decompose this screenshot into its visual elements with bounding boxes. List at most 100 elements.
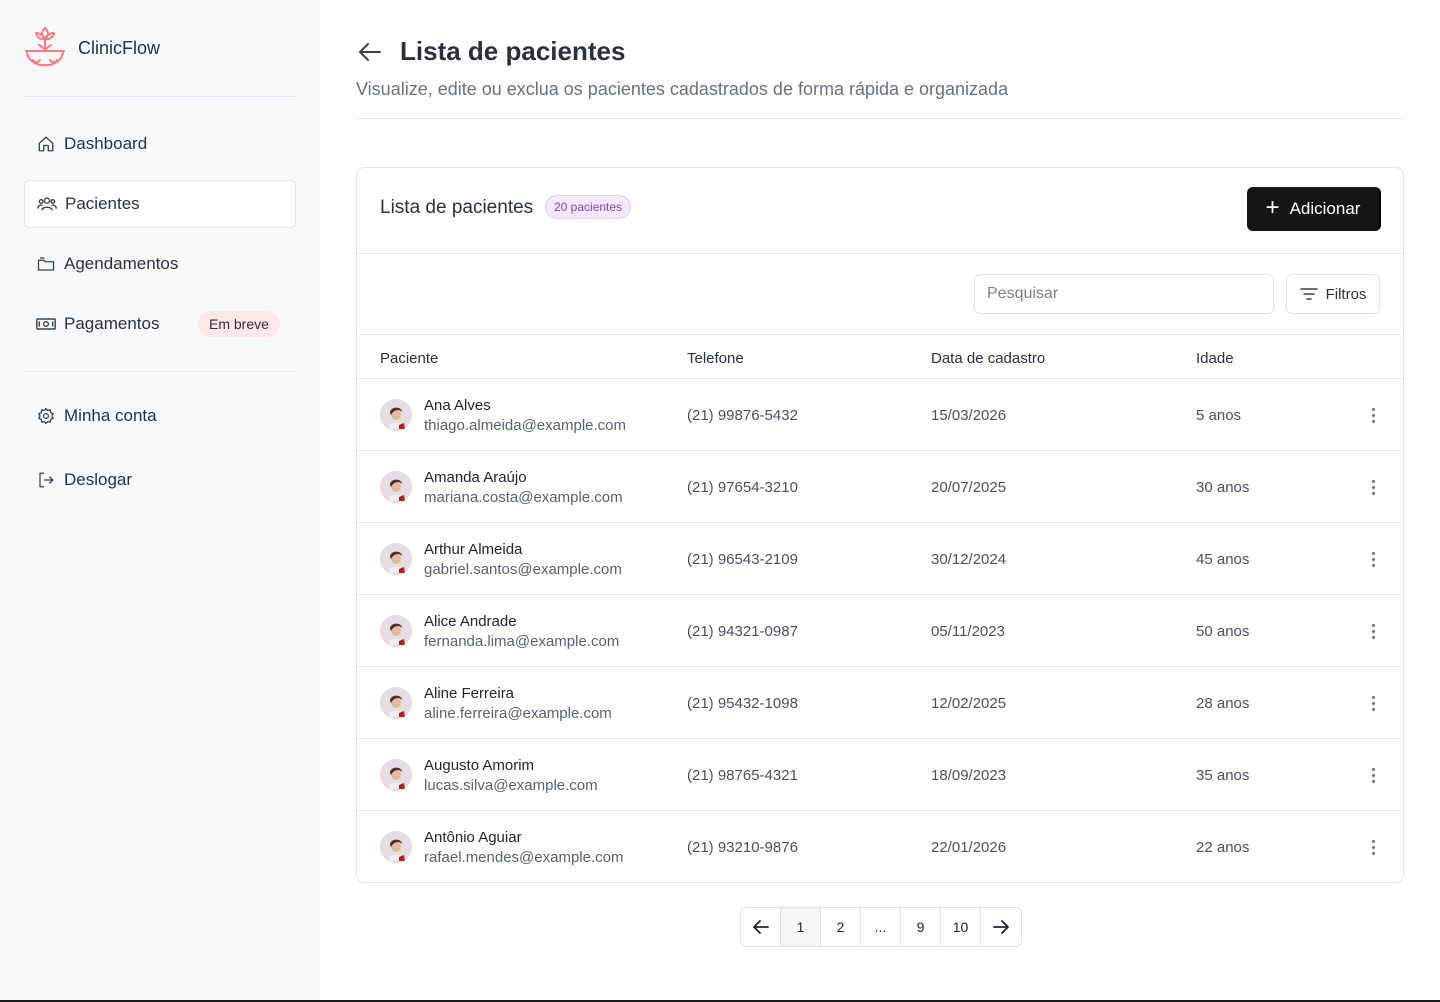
home-icon [36, 134, 56, 154]
patients-count-badge: 20 pacientes [545, 195, 632, 219]
patient-phone: (21) 95432-1098 [687, 695, 798, 712]
column-header-idade: Idade [1196, 350, 1234, 367]
sidebar-item-label: Minha conta [64, 406, 157, 425]
patient-registration-date: 15/03/2026 [931, 407, 1007, 424]
patient-registration-date: 22/01/2026 [931, 839, 1007, 856]
arrow-left-icon [752, 920, 769, 934]
avatar [380, 831, 412, 863]
sidebar-item-minha-conta[interactable]: Minha conta [24, 392, 296, 440]
patient-name: Antônio Aguiar [424, 829, 522, 846]
previous-page-button[interactable] [741, 908, 781, 946]
page-button[interactable]: 2 [821, 908, 861, 946]
plus-icon: + [1265, 194, 1280, 221]
coming-soon-badge: Em breve [198, 311, 280, 337]
arrow-left-icon [359, 43, 381, 61]
more-options-icon[interactable] [1361, 547, 1385, 571]
more-options-icon[interactable] [1361, 403, 1385, 427]
pagination: 1 2 ... 9 10 [740, 907, 1022, 947]
gear-icon [36, 406, 56, 426]
more-options-icon[interactable] [1361, 835, 1385, 859]
clinicflow-logo-icon [25, 27, 65, 67]
avatar [380, 399, 412, 431]
table-row[interactable]: Aline Ferreira aline.ferreira@example.com… [357, 667, 1401, 739]
more-options-icon[interactable] [1361, 475, 1385, 499]
patient-registration-date: 20/07/2025 [931, 479, 1007, 496]
add-patient-button[interactable]: + Adicionar [1247, 187, 1381, 231]
add-button-label: Adicionar [1289, 199, 1361, 218]
table-row[interactable]: Antônio Aguiar rafael.mendes@example.com (… [357, 811, 1401, 882]
patient-phone: (21) 96543-2109 [687, 551, 798, 568]
patient-age: 30 anos [1196, 479, 1250, 496]
page-button[interactable]: 1 [781, 908, 821, 946]
back-button[interactable] [356, 38, 384, 66]
patient-registration-date: 05/11/2023 [931, 623, 1005, 640]
card-header: Lista de pacientes 20 pacientes + Adicio… [357, 168, 1403, 254]
sidebar-item-dashboard[interactable]: Dashboard [24, 120, 296, 168]
arrow-right-icon [993, 920, 1009, 934]
patient-age: 22 anos [1196, 839, 1250, 856]
sidebar-item-agendamentos[interactable]: Agendamentos [24, 240, 296, 288]
filter-icon [1299, 288, 1318, 300]
page-ellipsis: ... [861, 908, 901, 946]
sidebar-divider [24, 371, 296, 372]
table-row[interactable]: Ana Alves thiago.almeida@example.com (21) … [357, 379, 1401, 451]
patient-name: Arthur Almeida [424, 541, 523, 558]
card-title: Lista de pacientes [380, 197, 534, 218]
patient-age: 28 anos [1196, 695, 1250, 712]
sidebar-item-pacientes[interactable]: Pacientes [24, 180, 296, 228]
patient-phone: (21) 93210-9876 [687, 839, 798, 856]
patients-card: Lista de pacientes 20 pacientes + Adicio… [356, 167, 1404, 883]
page-button[interactable]: 10 [941, 908, 981, 946]
avatar [380, 471, 412, 503]
column-header-telefone: Telefone [687, 350, 744, 367]
sidebar-item-deslogar[interactable]: Deslogar [24, 456, 296, 504]
sidebar-item-label: Agendamentos [64, 254, 179, 273]
filters-button[interactable]: Filtros [1286, 274, 1380, 314]
sidebar: ClinicFlow Dashboard Pacientes Agendamen… [0, 0, 320, 1000]
filters-label: Filtros [1325, 285, 1367, 303]
cash-icon [36, 314, 56, 334]
patient-name: Alice Andrade [424, 613, 517, 630]
patient-phone: (21) 98765-4321 [687, 767, 798, 784]
patient-email: rafael.mendes@example.com [424, 849, 624, 866]
patient-age: 50 anos [1196, 623, 1250, 640]
more-options-icon[interactable] [1361, 691, 1385, 715]
logout-icon [36, 470, 56, 490]
patient-phone: (21) 99876-5432 [687, 407, 798, 424]
sidebar-item-label: Dashboard [64, 134, 148, 153]
folder-icon [36, 254, 56, 274]
patient-registration-date: 18/09/2023 [931, 767, 1007, 784]
table-row[interactable]: Augusto Amorim lucas.silva@example.com (21… [357, 739, 1401, 811]
sidebar-item-pagamentos[interactable]: Pagamentos Em breve [24, 300, 296, 348]
avatar [380, 543, 412, 575]
patient-phone: (21) 97654-3210 [687, 479, 798, 496]
brand[interactable]: ClinicFlow [24, 24, 160, 72]
column-header-paciente: Paciente [380, 350, 439, 367]
patient-email: aline.ferreira@example.com [424, 705, 612, 722]
patient-name: Aline Ferreira [424, 685, 515, 702]
sidebar-item-label: Pacientes [65, 194, 140, 213]
more-options-icon[interactable] [1361, 763, 1385, 787]
next-page-button[interactable] [981, 908, 1021, 946]
patient-phone: (21) 94321-0987 [687, 623, 798, 640]
patient-age: 45 anos [1196, 551, 1250, 568]
patient-email: thiago.almeida@example.com [424, 417, 626, 434]
table-row[interactable]: Amanda Araújo mariana.costa@example.com (2… [357, 451, 1401, 523]
search-input[interactable] [974, 274, 1274, 314]
sidebar-divider [24, 96, 296, 97]
patient-age: 5 anos [1196, 407, 1242, 424]
table-row[interactable]: Arthur Almeida gabriel.santos@example.com… [357, 523, 1401, 595]
users-icon [37, 194, 57, 214]
patient-email: gabriel.santos@example.com [424, 561, 622, 578]
patient-age: 35 anos [1196, 767, 1250, 784]
table-row[interactable]: Alice Andrade fernanda.lima@example.com (2… [357, 595, 1401, 667]
avatar [380, 687, 412, 719]
more-options-icon[interactable] [1361, 619, 1385, 643]
header-divider [356, 118, 1404, 119]
patient-registration-date: 12/02/2025 [931, 695, 1007, 712]
patient-email: fernanda.lima@example.com [424, 633, 620, 650]
page-button[interactable]: 9 [901, 908, 941, 946]
patient-email: lucas.silva@example.com [424, 777, 598, 794]
avatar [380, 615, 412, 647]
table-header: Paciente Telefone Data de cadastro Idade [357, 335, 1403, 379]
